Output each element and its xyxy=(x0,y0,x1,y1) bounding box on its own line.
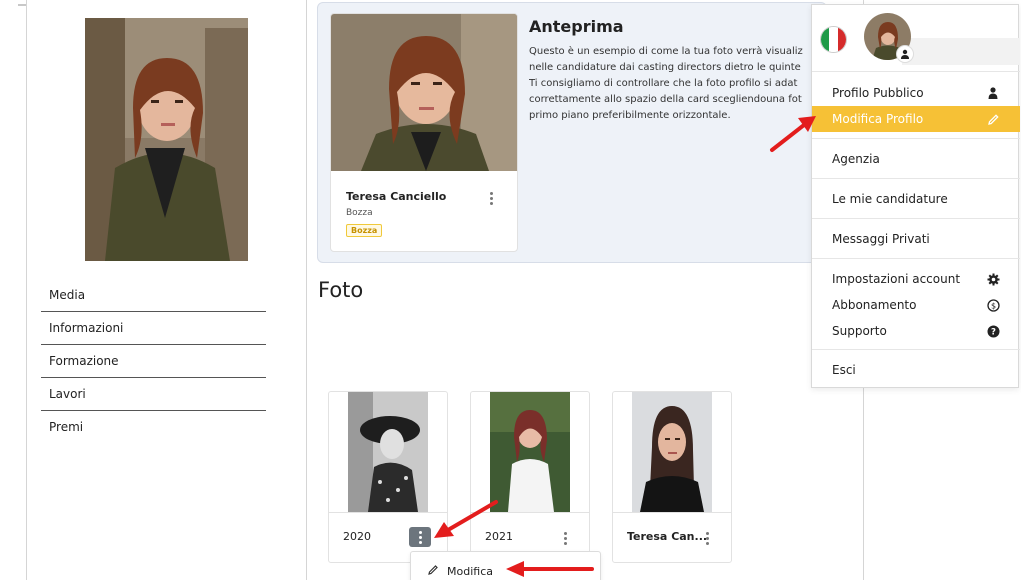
svg-text:?: ? xyxy=(991,327,996,337)
menu-item-subscription[interactable]: Abbonamento $ xyxy=(812,292,1020,318)
status-badge: Bozza xyxy=(346,224,383,237)
dropdown-header xyxy=(812,5,1020,75)
menu-item-edit-profile[interactable]: Modifica Profilo xyxy=(812,106,1020,132)
photos-heading: Foto xyxy=(318,278,364,302)
card-divider xyxy=(613,512,731,513)
italy-flag-icon[interactable] xyxy=(820,26,847,53)
side-nav-formazione[interactable]: Formazione xyxy=(41,345,266,378)
photo-thumbnail[interactable] xyxy=(490,392,570,512)
photo-more-icon[interactable] xyxy=(700,530,714,546)
side-nav-premi[interactable]: Premi xyxy=(41,411,266,444)
menu-item-label: Esci xyxy=(832,363,856,377)
dollar-icon: $ xyxy=(986,298,1000,312)
gear-icon xyxy=(986,272,1000,286)
pencil-icon xyxy=(427,564,439,579)
annotation-arrow-photo-more xyxy=(434,500,498,538)
side-nav-informazioni[interactable]: Informazioni xyxy=(41,312,266,345)
user-icon xyxy=(986,86,1000,100)
dropdown-divider xyxy=(812,71,1020,72)
menu-item-label: Supporto xyxy=(832,324,887,338)
preview-text-line: Ti consigliamo di controllare che la fot… xyxy=(529,78,798,89)
preview-card-name: Teresa Canciello xyxy=(346,190,447,203)
menu-item-logout[interactable]: Esci xyxy=(812,357,1020,383)
edit-photo-label: Modifica xyxy=(447,565,493,578)
question-icon: ? xyxy=(986,324,1000,338)
menu-item-label: Modifica Profilo xyxy=(832,112,924,126)
menu-item-account-settings[interactable]: Impostazioni account xyxy=(812,266,1020,292)
side-nav-media[interactable]: Media xyxy=(41,279,266,312)
preview-text-line: Questo è un esempio di come la tua foto … xyxy=(529,46,803,57)
preview-card-photo xyxy=(331,14,517,171)
photo-card-label: Teresa Can... xyxy=(627,530,708,543)
preview-title: Anteprima xyxy=(529,17,624,36)
dropdown-divider xyxy=(812,349,1020,350)
menu-item-private-messages[interactable]: Messaggi Privati xyxy=(812,226,1020,252)
photo-thumbnail[interactable] xyxy=(632,392,712,512)
left-panel: Media Informazioni Formazione Lavori Pre… xyxy=(26,0,307,580)
preview-text-line: correttamente allo spazio della card sce… xyxy=(529,94,802,105)
preview-text-line: nelle candidature dai casting directors … xyxy=(529,62,801,73)
page: Media Informazioni Formazione Lavori Pre… xyxy=(0,0,1021,580)
preview-section: Teresa Canciello Bozza Bozza Anteprima Q… xyxy=(317,2,827,263)
annotation-arrow-edit-photo xyxy=(506,561,594,577)
menu-item-applications[interactable]: Le mie candidature xyxy=(812,186,1020,212)
photo-card-headshot: Teresa Can... xyxy=(612,391,732,563)
preview-card-more-icon[interactable] xyxy=(484,190,498,206)
menu-item-public-profile[interactable]: Profilo Pubblico xyxy=(812,80,1020,106)
svg-text:$: $ xyxy=(990,301,995,310)
photo-card-label: 2020 xyxy=(343,530,371,543)
preview-card-status: Bozza xyxy=(346,208,373,218)
photo-thumbnail[interactable] xyxy=(348,392,428,512)
edit-photo-menu-item[interactable]: Modifica xyxy=(427,564,493,579)
menu-item-label: Messaggi Privati xyxy=(832,232,930,246)
photo-more-icon[interactable] xyxy=(558,530,572,546)
menu-item-label: Impostazioni account xyxy=(832,272,961,286)
user-dropdown-menu: Profilo Pubblico Modifica Profilo Agenzi… xyxy=(811,4,1020,388)
pencil-icon xyxy=(986,112,1000,126)
main-content: Teresa Canciello Bozza Bozza Anteprima Q… xyxy=(307,0,864,580)
preview-card: Teresa Canciello Bozza Bozza xyxy=(330,13,518,252)
side-nav: Media Informazioni Formazione Lavori Pre… xyxy=(41,279,266,444)
menu-item-support[interactable]: Supporto ? xyxy=(812,318,1020,344)
menu-item-label: Profilo Pubblico xyxy=(832,86,924,100)
dropdown-header-bar xyxy=(902,38,1020,65)
dropdown-divider xyxy=(812,178,1020,179)
menu-item-agency[interactable]: Agenzia xyxy=(812,146,1020,172)
user-badge-icon xyxy=(896,45,914,63)
menu-item-label: Le mie candidature xyxy=(832,192,948,206)
dropdown-divider xyxy=(812,258,1020,259)
side-nav-lavori[interactable]: Lavori xyxy=(41,378,266,411)
dropdown-divider xyxy=(812,218,1020,219)
profile-photo xyxy=(85,18,248,261)
dropdown-divider xyxy=(812,138,1020,139)
menu-item-label: Abbonamento xyxy=(832,298,917,312)
menu-item-label: Agenzia xyxy=(832,152,880,166)
annotation-arrow-edit-profile xyxy=(770,116,816,152)
